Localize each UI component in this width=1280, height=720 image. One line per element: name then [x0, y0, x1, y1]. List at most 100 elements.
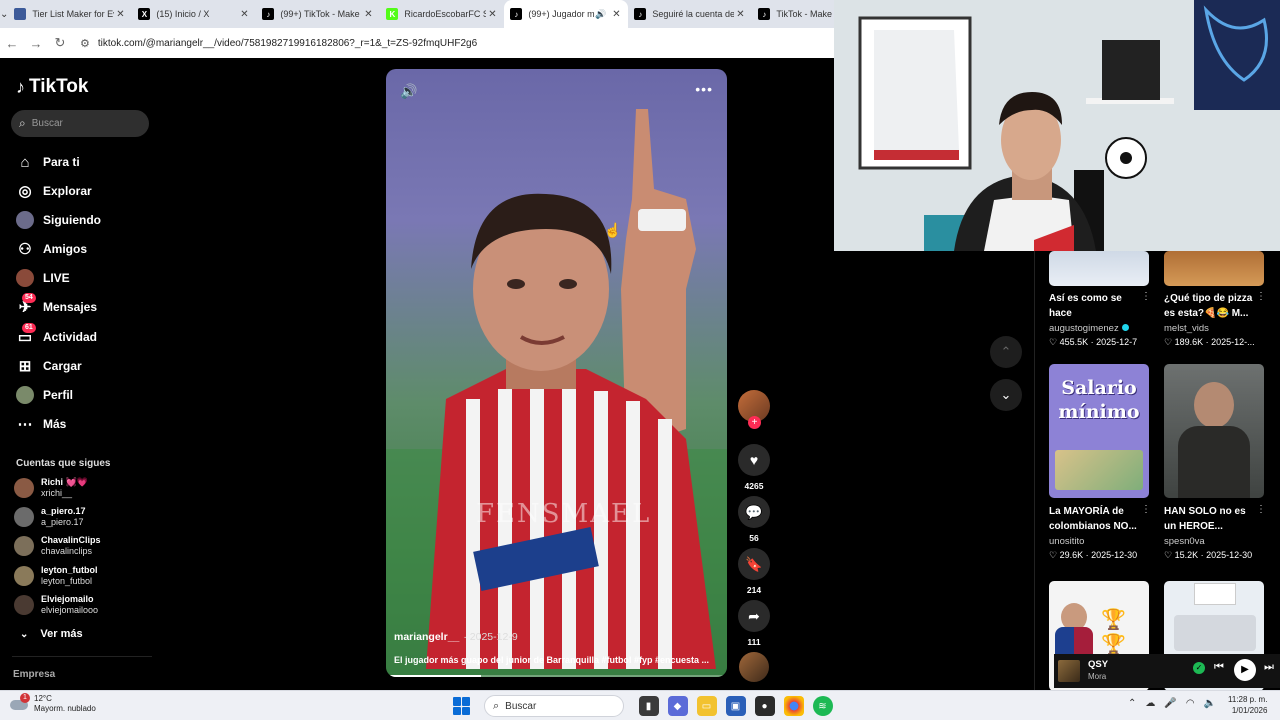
video-author[interactable]: mariangelr__ · 2025-12-9: [394, 631, 518, 643]
tab-close-icon[interactable]: ✕: [114, 9, 126, 20]
next-video-button[interactable]: ⌄: [990, 379, 1022, 411]
wifi-icon[interactable]: ◠: [1186, 698, 1195, 709]
rec-title[interactable]: Así es como se hace: [1049, 291, 1141, 321]
forward-icon[interactable]: →: [24, 36, 48, 51]
rec-more-icon[interactable]: ⋮: [1256, 504, 1266, 515]
next-track-icon[interactable]: ⏭: [1264, 661, 1274, 674]
back-icon[interactable]: ←: [0, 36, 24, 51]
sidebar-item-friends[interactable]: ⚇ Amigos: [16, 239, 87, 259]
rec-username[interactable]: augustogimenez: [1049, 323, 1119, 334]
copilot-icon[interactable]: ◆: [667, 696, 688, 716]
browser-tab[interactable]: ♪ (99+) TikTok - Make Yo✕: [256, 0, 380, 28]
video-caption[interactable]: El jugador más guapo del junior de Barra…: [394, 655, 720, 665]
tab-close-icon[interactable]: ✕: [238, 9, 250, 20]
site-info-icon[interactable]: ⚙: [80, 37, 90, 50]
sidebar-item-home[interactable]: ⌂ Para ti: [16, 152, 79, 172]
share-button[interactable]: ➦: [738, 600, 770, 632]
volume-icon[interactable]: 🔊: [400, 83, 417, 100]
rec-more-icon[interactable]: ⋮: [1141, 504, 1151, 515]
video-player[interactable]: FENSMAEL 🔊 ••• mariangelr__ · 2025-12-9 E…: [386, 69, 727, 677]
browser-tab[interactable]: X (15) Inicio / X ✕: [132, 0, 256, 28]
comment-button[interactable]: 💬: [738, 496, 770, 528]
rec-thumbnail[interactable]: Salario mínimo: [1049, 364, 1149, 498]
search-box[interactable]: ⌕: [11, 110, 149, 137]
previous-video-button[interactable]: ⌃: [990, 336, 1022, 368]
rec-more-icon[interactable]: ⋮: [1256, 291, 1266, 302]
sidebar-item-compass[interactable]: ◎ Explorar: [16, 181, 91, 201]
tab-close-icon[interactable]: ✕: [486, 9, 498, 20]
rec-title[interactable]: ¿Qué tipo de pizza es esta?🍕😂 M...: [1164, 291, 1256, 321]
followed-account[interactable]: leyton_futbol leyton_futbol: [14, 565, 98, 587]
video-progress-bar[interactable]: [386, 675, 727, 677]
followed-account[interactable]: ChavalinClips chavalinclips: [14, 535, 101, 557]
tray-overflow-icon[interactable]: ⌃: [1128, 698, 1136, 709]
tab-favicon-icon: X: [138, 8, 151, 20]
cloud-sync-icon[interactable]: ☁: [1145, 698, 1155, 709]
chrome-icon[interactable]: [783, 696, 804, 716]
app-icon[interactable]: ●: [754, 696, 775, 716]
following-icon: [16, 211, 34, 229]
rec-title[interactable]: HAN SOLO no es un HEROE...: [1164, 504, 1256, 534]
followed-account[interactable]: Richi 💓💗 xrichi__: [14, 477, 88, 499]
speaker-icon[interactable]: 🔈: [1204, 698, 1216, 709]
url-field[interactable]: ⚙ tiktok.com/@mariangelr__/video/7581982…: [80, 37, 477, 50]
video-author-name[interactable]: mariangelr__: [394, 631, 459, 643]
rec-user[interactable]: augustogimenez: [1049, 323, 1129, 334]
tab-favicon-icon: ♪: [510, 8, 523, 20]
task-view-icon[interactable]: ▮: [638, 696, 659, 716]
followed-account[interactable]: Elviejomailo elviejomailooo: [14, 594, 98, 616]
follow-plus-icon[interactable]: +: [748, 416, 761, 429]
taskbar-search[interactable]: ⌕ Buscar: [484, 695, 624, 717]
rec-thumbnail[interactable]: [1164, 251, 1264, 286]
tab-search-menu-icon[interactable]: ⌄: [0, 0, 8, 28]
rec-user[interactable]: unositito: [1049, 536, 1084, 547]
tab-close-icon[interactable]: ✕: [362, 9, 374, 20]
rec-more-icon[interactable]: ⋮: [1141, 291, 1151, 302]
browser-tab[interactable]: K RicardoEscobarFC Str ✕: [380, 0, 504, 28]
sidebar-item-more[interactable]: ⋯ Más: [16, 414, 67, 434]
rec-thumbnail[interactable]: [1049, 251, 1149, 286]
windows-start-icon[interactable]: [452, 696, 472, 716]
search-input[interactable]: [31, 118, 132, 129]
microphone-icon[interactable]: 🎤: [1164, 698, 1176, 709]
sidebar-item-following[interactable]: Siguiendo: [16, 210, 101, 230]
see-more-link[interactable]: ⌄ Ver más: [20, 628, 83, 640]
sidebar-item-upload[interactable]: ⊞ Cargar: [16, 356, 82, 376]
tablet-image: [1174, 615, 1256, 651]
liked-check-icon[interactable]: ✓: [1193, 662, 1205, 674]
previous-track-icon[interactable]: ⏮: [1214, 661, 1224, 674]
save-button[interactable]: 🔖: [738, 548, 770, 580]
url-text[interactable]: tiktok.com/@mariangelr__/video/758198271…: [98, 38, 477, 49]
store-icon[interactable]: ▣: [725, 696, 746, 716]
play-button[interactable]: ▶: [1234, 659, 1256, 681]
tab-close-icon[interactable]: ✕: [734, 9, 746, 20]
tab-close-icon[interactable]: ✕: [610, 9, 622, 20]
rec-user[interactable]: melst_vids: [1164, 323, 1209, 334]
creator-avatar[interactable]: +: [738, 390, 770, 429]
tiktok-logo[interactable]: ♪ TikTok: [16, 76, 88, 98]
sidebar-item-messages[interactable]: ✈ 54 Mensajes: [16, 293, 97, 317]
weather-widget[interactable]: 1 12°C Mayorm. nublado: [10, 693, 96, 714]
system-clock[interactable]: 11:28 p. m. 1/01/2026: [1228, 694, 1267, 716]
account-handle: a_piero.17: [41, 517, 84, 527]
browser-tab[interactable]: ♪ Seguiré la cuenta de ✕: [628, 0, 752, 28]
footer-company-link[interactable]: Empresa: [13, 669, 55, 680]
tab-audio-icon[interactable]: 🔊: [595, 9, 606, 20]
account-name: ChavalinClips: [41, 535, 101, 545]
video-progress-fill: [386, 675, 482, 677]
sound-disc-avatar[interactable]: [739, 652, 769, 682]
reload-icon[interactable]: ↻: [48, 35, 72, 51]
spotify-icon[interactable]: ≋: [812, 696, 833, 716]
browser-tab[interactable]: ♪ (99+) Jugador má 🔊 ✕: [504, 0, 629, 28]
rec-title[interactable]: La MAYORÍA de colombianos NO...: [1049, 504, 1141, 534]
more-options-icon[interactable]: •••: [695, 81, 713, 97]
browser-tab[interactable]: Tier List Maker for Ev ✕: [8, 0, 132, 28]
sidebar-item-profile[interactable]: Perfil: [16, 385, 73, 405]
sidebar-item-activity[interactable]: ▭ 61 Actividad: [16, 323, 97, 347]
rec-thumbnail[interactable]: [1164, 364, 1264, 498]
rec-user[interactable]: spesn0va: [1164, 536, 1205, 547]
followed-account[interactable]: a_piero.17 a_piero.17: [14, 506, 86, 528]
file-explorer-icon[interactable]: ▭: [696, 696, 717, 716]
like-button[interactable]: ♥: [738, 444, 770, 476]
sidebar-item-live[interactable]: LIVE: [16, 268, 70, 288]
